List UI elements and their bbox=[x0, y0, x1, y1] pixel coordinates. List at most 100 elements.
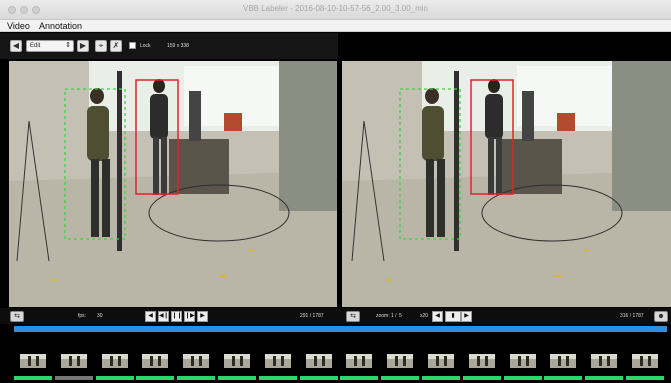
thumbnail-image bbox=[387, 354, 413, 368]
mode-select[interactable]: Edit ⇕ bbox=[26, 40, 74, 52]
step-forward-icon[interactable]: ❙▶ bbox=[184, 311, 195, 322]
timeline-label-bar[interactable] bbox=[504, 376, 542, 380]
timeline-label-bar[interactable] bbox=[585, 376, 623, 380]
timeline-thumbnail[interactable] bbox=[218, 342, 256, 380]
thumbnail-figure bbox=[518, 356, 521, 366]
timeline-thumbnail[interactable] bbox=[626, 342, 664, 380]
timeline-strip[interactable] bbox=[0, 324, 671, 383]
timeline-thumbnail[interactable] bbox=[381, 342, 419, 380]
zoom-label: zoom: 1 / bbox=[376, 313, 397, 319]
pause-icon[interactable]: ❙❙ bbox=[171, 311, 182, 322]
step-back-icon[interactable]: ◀❙ bbox=[158, 311, 169, 322]
thumbnail-figure bbox=[28, 356, 31, 366]
timeline-thumbnail[interactable] bbox=[463, 342, 501, 380]
timeline-thumbnail[interactable] bbox=[55, 342, 93, 380]
thumbnail-figure bbox=[150, 356, 153, 366]
zoom-in-icon[interactable]: ▶ bbox=[461, 311, 472, 322]
thumbnail-image bbox=[61, 354, 87, 368]
thumbnail-figure bbox=[436, 356, 439, 366]
annotation-toolbar: ◀ Edit ⇕ ▶ ⌖ ✗ Lock 159 x 338 bbox=[0, 33, 338, 59]
thumbnail-figure bbox=[199, 356, 202, 366]
chevron-updown-icon: ⇕ bbox=[65, 42, 71, 49]
thumbnail-figure bbox=[403, 356, 406, 366]
thumbnail-figure bbox=[191, 356, 194, 366]
thumbnail-figure bbox=[36, 356, 39, 366]
menu-video[interactable]: Video bbox=[7, 20, 30, 32]
thumbnail-image bbox=[306, 354, 332, 368]
thumbnail-image bbox=[469, 354, 495, 368]
timeline-thumbnail[interactable] bbox=[14, 342, 52, 380]
thumbnail-figure bbox=[485, 356, 488, 366]
thumbnail-image bbox=[265, 354, 291, 368]
lock-label: Lock bbox=[140, 43, 151, 49]
add-box-icon[interactable]: ⌖ bbox=[95, 40, 107, 52]
fps-value: 30 bbox=[97, 313, 103, 319]
thumbnail-figure bbox=[566, 356, 569, 366]
mode-select-value: Edit bbox=[30, 43, 41, 49]
menu-annotation[interactable]: Annotation bbox=[39, 20, 82, 32]
left-playback-controls: ⇆ fps: 30 ◀ ◀❙ ❙❙ ❙▶ ▶ 291 / 1787 bbox=[0, 308, 338, 324]
title-bar: VBB Labeler - 2016-08-10-10-57-56_2.00_3… bbox=[0, 0, 671, 20]
thumbnail-figure bbox=[444, 356, 447, 366]
timeline-label-bar[interactable] bbox=[14, 376, 52, 380]
timeline-label-bar[interactable] bbox=[463, 376, 501, 380]
swap-view-icon[interactable]: ⇆ bbox=[10, 311, 24, 322]
right-video-frame[interactable] bbox=[342, 61, 671, 307]
zoom-out-icon[interactable]: ◀ bbox=[432, 311, 443, 322]
timeline-annotation-bar[interactable] bbox=[14, 326, 667, 332]
thumbnail-figure bbox=[240, 356, 243, 366]
timeline-label-bar[interactable] bbox=[177, 376, 215, 380]
right-frame-counter: 316 / 1787 bbox=[620, 313, 644, 319]
timeline-thumbnail[interactable] bbox=[96, 342, 134, 380]
thumbnail-image bbox=[20, 354, 46, 368]
timeline-thumbnail[interactable] bbox=[300, 342, 338, 380]
thumbnail-image bbox=[224, 354, 250, 368]
delete-box-icon[interactable]: ✗ bbox=[110, 40, 122, 52]
skip-back-icon[interactable]: ◀ bbox=[145, 311, 156, 322]
zoom-slider[interactable]: ▮ bbox=[445, 311, 461, 322]
lock-checkbox[interactable] bbox=[129, 42, 136, 49]
thumbnail-figure bbox=[362, 356, 365, 366]
left-frame-counter: 291 / 1787 bbox=[300, 313, 324, 319]
swap-view-icon[interactable]: ⇆ bbox=[346, 311, 360, 322]
timeline-label-bar[interactable] bbox=[218, 376, 256, 380]
thumbnail-image bbox=[142, 354, 168, 368]
timeline-label-bar[interactable] bbox=[136, 376, 174, 380]
fps-label: fps: bbox=[78, 313, 87, 319]
thumbnail-figure bbox=[232, 356, 235, 366]
thumbnail-image bbox=[102, 354, 128, 368]
timeline-label-bar[interactable] bbox=[626, 376, 664, 380]
timeline-label-bar[interactable] bbox=[96, 376, 134, 380]
thumbnail-figure bbox=[526, 356, 529, 366]
timeline-thumbnail[interactable] bbox=[136, 342, 174, 380]
timeline-label-bar[interactable] bbox=[340, 376, 378, 380]
timeline-label-bar[interactable] bbox=[544, 376, 582, 380]
left-video-frame[interactable] bbox=[9, 61, 337, 307]
thumbnail-figure bbox=[640, 356, 643, 366]
timeline-thumbnail[interactable] bbox=[340, 342, 378, 380]
timeline-label-bar[interactable] bbox=[259, 376, 297, 380]
thumbnail-image bbox=[510, 354, 536, 368]
forward-arrow-icon[interactable]: ▶ bbox=[77, 40, 89, 52]
timeline-thumbnail[interactable] bbox=[585, 342, 623, 380]
timeline-thumbnail[interactable] bbox=[259, 342, 297, 380]
play-icon[interactable]: ▶ bbox=[197, 311, 208, 322]
bbox-size-readout: 159 x 338 bbox=[167, 43, 189, 49]
timeline-label-bar[interactable] bbox=[300, 376, 338, 380]
thumbnail-image bbox=[591, 354, 617, 368]
timeline-label-bar[interactable] bbox=[422, 376, 460, 380]
timeline-label-bar[interactable] bbox=[55, 376, 93, 380]
timeline-label-bar[interactable] bbox=[381, 376, 419, 380]
timeline-thumbnail[interactable] bbox=[504, 342, 542, 380]
right-playback-controls: ⇆ zoom: 1 / 5 x20 ◀ ▮ ▶ 316 / 1787 ☻ bbox=[338, 308, 671, 324]
user-icon[interactable]: ☻ bbox=[654, 311, 668, 322]
back-arrow-icon[interactable]: ◀ bbox=[10, 40, 22, 52]
timeline-thumbnail[interactable] bbox=[177, 342, 215, 380]
window-title: VBB Labeler - 2016-08-10-10-57-56_2.00_3… bbox=[242, 4, 428, 13]
step-value: x20 bbox=[420, 313, 429, 319]
timeline-thumbnail[interactable] bbox=[544, 342, 582, 380]
timeline-thumbnail[interactable] bbox=[422, 342, 460, 380]
thumbnail-figure bbox=[110, 356, 113, 366]
thumbnail-figure bbox=[314, 356, 317, 366]
thumbnail-image bbox=[428, 354, 454, 368]
